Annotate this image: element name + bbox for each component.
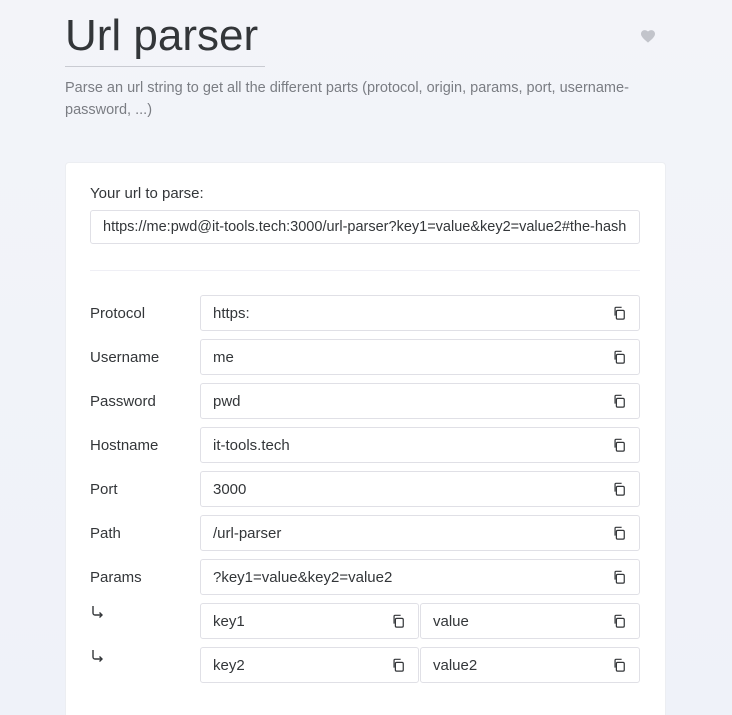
copy-param-key-button[interactable] bbox=[390, 613, 406, 629]
copy-icon bbox=[614, 306, 625, 320]
username-label: Username bbox=[90, 349, 160, 366]
copy-icon bbox=[614, 394, 625, 408]
copy-password-button[interactable] bbox=[611, 393, 627, 409]
protocol-label: Protocol bbox=[90, 305, 146, 322]
divider bbox=[90, 270, 640, 271]
password-value: pwd bbox=[213, 392, 241, 410]
copy-icon bbox=[614, 570, 625, 584]
copy-port-button[interactable] bbox=[611, 481, 627, 497]
favorite-button[interactable] bbox=[638, 26, 658, 46]
param-value-value: value bbox=[433, 612, 469, 630]
port-label: Port bbox=[90, 481, 118, 498]
copy-path-button[interactable] bbox=[611, 525, 627, 541]
copy-protocol-button[interactable] bbox=[611, 305, 627, 321]
param-key-value: key2 bbox=[213, 656, 245, 674]
param-key-value: key1 bbox=[213, 612, 245, 630]
copy-icon bbox=[614, 482, 625, 496]
hostname-value: it-tools.tech bbox=[213, 436, 290, 454]
copy-hostname-button[interactable] bbox=[611, 437, 627, 453]
page-title: Url parser bbox=[65, 11, 259, 60]
copy-username-button[interactable] bbox=[611, 349, 627, 365]
protocol-value: https: bbox=[213, 304, 250, 322]
params-field[interactable]: ?key1=value&key2=value2 bbox=[200, 559, 640, 595]
password-field[interactable]: pwd bbox=[200, 383, 640, 419]
port-value: 3000 bbox=[213, 480, 247, 498]
copy-icon bbox=[614, 350, 625, 364]
port-field[interactable]: 3000 bbox=[200, 471, 640, 507]
copy-icon bbox=[393, 658, 404, 672]
copy-icon bbox=[614, 614, 625, 628]
heart-icon bbox=[641, 29, 655, 43]
param-value-value: value2 bbox=[433, 656, 478, 674]
param-value-field[interactable]: value bbox=[420, 603, 640, 639]
hostname-field[interactable]: it-tools.tech bbox=[200, 427, 640, 463]
hostname-label: Hostname bbox=[90, 437, 159, 454]
parser-card: Your url to parse: Protocol https: Usern… bbox=[65, 162, 666, 715]
path-value: /url-parser bbox=[213, 524, 282, 542]
param-key-field[interactable]: key1 bbox=[200, 603, 419, 639]
copy-param-value-button[interactable] bbox=[611, 613, 627, 629]
copy-params-button[interactable] bbox=[611, 569, 627, 585]
arrow-return-icon bbox=[92, 650, 103, 662]
url-input[interactable] bbox=[91, 211, 639, 243]
page: Url parser Parse an url string to get al… bbox=[0, 0, 732, 715]
param-key-field[interactable]: key2 bbox=[200, 647, 419, 683]
page-description: Parse an url string to get all the diffe… bbox=[65, 80, 629, 118]
arrow-return-icon bbox=[92, 606, 103, 618]
copy-icon bbox=[614, 526, 625, 540]
url-input-label: Your url to parse: bbox=[90, 185, 204, 202]
path-label: Path bbox=[90, 525, 121, 542]
copy-param-key-button[interactable] bbox=[390, 657, 406, 673]
copy-icon bbox=[614, 438, 625, 452]
params-value: ?key1=value&key2=value2 bbox=[213, 568, 393, 586]
title-underline bbox=[65, 66, 265, 67]
url-input-wrapper bbox=[90, 210, 640, 244]
path-field[interactable]: /url-parser bbox=[200, 515, 640, 551]
copy-icon bbox=[393, 614, 404, 628]
username-value: me bbox=[213, 348, 234, 366]
params-label: Params bbox=[90, 569, 142, 586]
param-value-field[interactable]: value2 bbox=[420, 647, 640, 683]
password-label: Password bbox=[90, 393, 156, 410]
protocol-field[interactable]: https: bbox=[200, 295, 640, 331]
username-field[interactable]: me bbox=[200, 339, 640, 375]
copy-icon bbox=[614, 658, 625, 672]
copy-param-value-button[interactable] bbox=[611, 657, 627, 673]
